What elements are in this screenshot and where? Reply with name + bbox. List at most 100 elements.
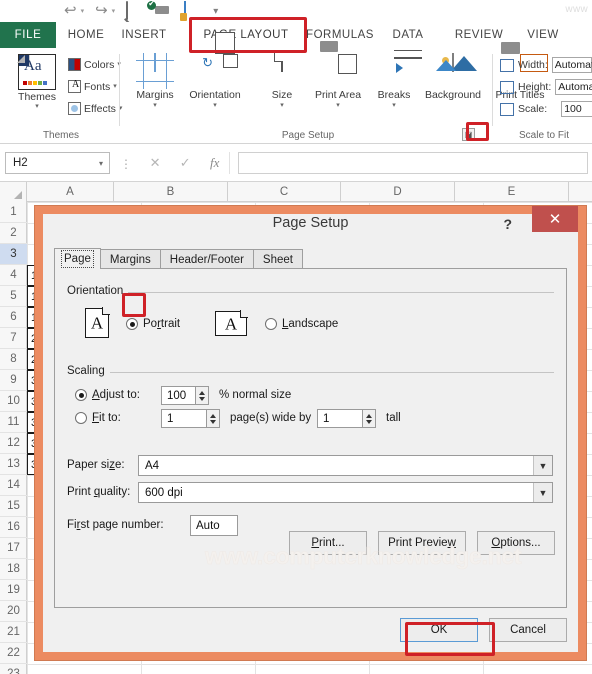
paper-size-chevron-down-icon[interactable]: ▼ <box>533 456 552 475</box>
theme-effects-button[interactable]: Effects ▾ <box>68 102 122 115</box>
fonts-caret-icon[interactable]: ▾ <box>113 83 117 90</box>
dialog-help-button[interactable]: ? <box>503 216 512 232</box>
themes-caret-icon[interactable]: ▾ <box>10 103 64 110</box>
save-icon[interactable] <box>35 2 53 20</box>
row-header-17[interactable]: 17 <box>0 538 27 559</box>
adjust-to-stepper[interactable]: 100 <box>161 386 209 405</box>
row-header-18[interactable]: 18 <box>0 559 27 580</box>
fit-to-tall-value[interactable]: 1 <box>317 409 363 428</box>
row-header-22[interactable]: 22 <box>0 643 27 664</box>
print-quality-chevron-down-icon[interactable]: ▼ <box>533 483 552 502</box>
margins-caret-icon[interactable]: ▾ <box>126 102 184 109</box>
dialog-tab-margins[interactable]: Margins <box>99 249 161 269</box>
undo-icon[interactable]: ↩ <box>64 3 77 19</box>
landscape-radio-option[interactable]: Landscape <box>265 318 338 330</box>
adjust-to-radio[interactable] <box>75 389 87 401</box>
row-header-23[interactable]: 23 <box>0 664 27 674</box>
portrait-radio-option[interactable]: Portrait <box>126 318 180 330</box>
portrait-radio[interactable] <box>126 318 138 330</box>
size-button[interactable]: Size ▾ <box>253 53 311 109</box>
print-preview-icon[interactable] <box>126 1 144 20</box>
adjust-to-radio-option[interactable]: Adjust to: <box>75 389 140 401</box>
theme-fonts-button[interactable]: Fonts ▾ <box>68 79 117 93</box>
fit-to-wide-stepper[interactable]: 1 <box>161 409 220 428</box>
adjust-to-spinner-icon[interactable] <box>196 386 209 405</box>
send-email-icon[interactable] <box>147 0 173 20</box>
insert-function-icon[interactable]: fx <box>210 155 219 171</box>
fit-to-radio-option[interactable]: Fit to: <box>75 412 121 424</box>
fit-to-tall-spinner-icon[interactable] <box>363 409 376 428</box>
dialog-tab-sheet[interactable]: Sheet <box>252 249 303 269</box>
name-box-caret-icon[interactable]: ▾ <box>99 159 103 168</box>
row-header-16[interactable]: 16 <box>0 517 27 538</box>
paper-size-combo[interactable]: A4 ▼ <box>138 455 553 476</box>
dialog-close-button[interactable]: ✕ <box>532 206 578 232</box>
orientation-caret-icon[interactable]: ▾ <box>179 102 251 109</box>
column-header-B[interactable]: B <box>114 182 228 202</box>
row-header-13[interactable]: 13 <box>0 454 27 475</box>
cancel-icon[interactable]: ✕ <box>150 155 161 171</box>
row-header-19[interactable]: 19 <box>0 580 27 601</box>
row-header-2[interactable]: 2 <box>0 223 27 244</box>
cancel-button[interactable]: Cancel <box>489 618 567 642</box>
tab-home[interactable]: HOME <box>60 22 112 48</box>
row-header-7[interactable]: 7 <box>0 328 27 349</box>
row-header-6[interactable]: 6 <box>0 307 27 328</box>
row-header-3[interactable]: 3 <box>0 244 27 265</box>
select-all-corner[interactable] <box>0 182 27 202</box>
fit-to-wide-value[interactable]: 1 <box>161 409 207 428</box>
column-header-C[interactable]: C <box>228 182 341 202</box>
print-area-caret-icon[interactable]: ▾ <box>309 102 367 109</box>
protect-sheet-icon[interactable] <box>180 1 202 21</box>
redo-caret-icon[interactable]: ▾ <box>112 7 116 15</box>
fit-to-radio[interactable] <box>75 412 87 424</box>
row-header-15[interactable]: 15 <box>0 496 27 517</box>
tab-view[interactable]: VIEW <box>520 22 566 48</box>
row-header-14[interactable]: 14 <box>0 475 27 496</box>
adjust-to-value[interactable]: 100 <box>161 386 196 405</box>
customize-qat-icon[interactable]: ▾ <box>213 6 218 17</box>
margins-button[interactable]: Margins ▾ <box>126 53 184 109</box>
column-header-E[interactable]: E <box>455 182 569 202</box>
orientation-button[interactable]: ↻ Orientation ▾ <box>179 32 251 109</box>
dialog-tab-header-footer[interactable]: Header/Footer <box>159 249 254 269</box>
redo-icon[interactable]: ↪ <box>95 3 108 19</box>
row-header-5[interactable]: 5 <box>0 286 27 307</box>
breaks-button[interactable]: Breaks ▾ <box>365 49 423 109</box>
theme-colors-button[interactable]: Colors ▾ <box>68 58 121 71</box>
width-value[interactable]: Automatic <box>551 57 592 73</box>
column-header-A[interactable]: A <box>27 182 114 202</box>
height-value[interactable]: Automatic <box>555 79 592 95</box>
row-header-12[interactable]: 12 <box>0 433 27 454</box>
breaks-caret-icon[interactable]: ▾ <box>365 102 423 109</box>
formula-input[interactable] <box>238 152 588 174</box>
row-header-10[interactable]: 10 <box>0 391 27 412</box>
size-caret-icon[interactable]: ▾ <box>253 102 311 109</box>
tab-formulas[interactable]: FORMULAS <box>304 22 376 48</box>
first-page-number-input[interactable]: Auto <box>190 515 238 536</box>
background-button[interactable]: Background <box>416 53 490 102</box>
enter-icon[interactable]: ✓ <box>180 155 191 171</box>
column-header-D[interactable]: D <box>341 182 455 202</box>
print-area-button[interactable]: Print Area ▾ <box>309 41 367 109</box>
row-header-11[interactable]: 11 <box>0 412 27 433</box>
name-box[interactable]: H2 ▾ <box>5 152 110 174</box>
row-header-4[interactable]: 4 <box>0 265 27 286</box>
scale-value[interactable]: 100 <box>561 101 592 117</box>
row-header-9[interactable]: 9 <box>0 370 27 391</box>
fit-to-tall-stepper[interactable]: 1 <box>317 409 376 428</box>
row-header-8[interactable]: 8 <box>0 349 27 370</box>
themes-button[interactable]: Aa Themes ▾ <box>10 54 64 110</box>
tab-review[interactable]: REVIEW <box>450 22 508 48</box>
row-header-20[interactable]: 20 <box>0 601 27 622</box>
tab-insert[interactable]: INSERT <box>118 22 170 48</box>
tab-page-layout[interactable]: PAGE LAYOUT <box>192 22 300 48</box>
row-header-21[interactable]: 21 <box>0 622 27 643</box>
dialog-launcher-icon[interactable]: ◪ <box>462 128 475 141</box>
undo-caret-icon[interactable]: ▾ <box>81 7 85 15</box>
ok-button[interactable]: OK <box>400 618 478 642</box>
row-header-1[interactable]: 1 <box>0 202 27 223</box>
tab-file[interactable]: FILE <box>0 22 56 48</box>
print-quality-combo[interactable]: 600 dpi ▼ <box>138 482 553 503</box>
landscape-radio[interactable] <box>265 318 277 330</box>
